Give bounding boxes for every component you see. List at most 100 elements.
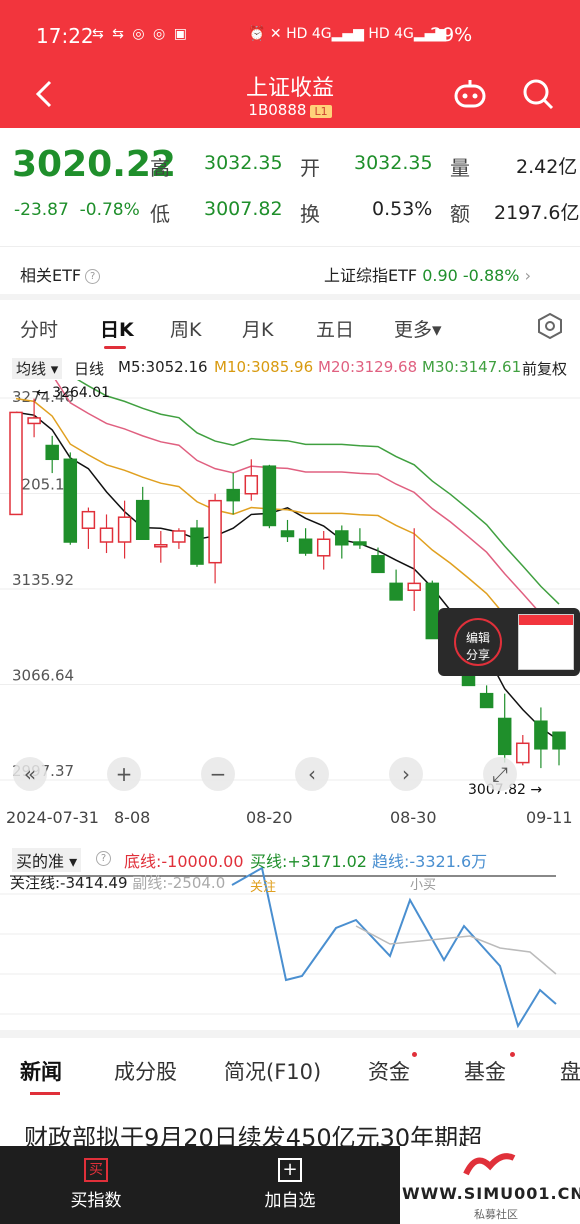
help-icon[interactable]: ? [96,851,111,866]
watermark-site: WWW.SIMU001.CN [402,1184,580,1203]
related-etf-label: 相关ETF? [20,262,101,286]
x-tick: 08-20 [246,808,293,827]
x-axis: 2024-07-31 8-08 08-20 08-30 09-11 [0,808,580,832]
volume-value: 2.42亿 [516,156,578,178]
buy-icon: 买 [84,1158,108,1182]
sub-line [355,925,557,975]
candle-body [45,444,59,461]
active-tab-indicator [30,1092,60,1095]
ma20-value: M20:3129.68 [318,358,418,376]
tab-f10[interactable]: 简况(F10) [224,1056,321,1086]
zoom-in-icon[interactable]: + [107,757,141,791]
candle-body [479,692,494,709]
screenshot-thumbnail[interactable] [518,614,574,670]
trend-line-value: 趋线:-3321.6万 [372,852,488,871]
ma-selector[interactable]: 均线 ▾ [12,358,63,379]
candle-body [534,720,548,750]
candle-body [280,530,295,538]
volume-label: 量 [450,156,470,180]
edit-share-button[interactable]: 编辑 分享 [454,618,502,666]
tab-intraday[interactable]: 分时 [20,315,58,342]
tab-fund[interactable]: 基金 [464,1056,506,1086]
buy-index-button[interactable]: 买 买指数 [60,1158,132,1211]
app-header: 上证收益 1B0888 L1 [0,70,580,128]
svg-text:⤢: ⤢ [492,762,508,786]
scroll-left-icon[interactable]: « [13,757,47,791]
x-tick: 09-11 [526,808,573,827]
unread-dot [510,1052,515,1057]
candle-body [117,516,132,543]
info-tabs: 新闻 成分股 简况(F10) 资金 基金 盘 [0,1040,580,1100]
svg-text:−: − [210,762,227,786]
status-bar: 17:22 ⇆ ⇆ ◎ ◎ ▣ ⏰ ✕ HD 4G▂▄▆ HD 4G▂▄▆ 29… [0,0,580,70]
tab-more-cut[interactable]: 盘 [560,1056,580,1086]
ma30-value: M30:3147.61 [422,358,522,376]
share-popup[interactable]: 编辑 分享 [438,608,580,676]
tab-five-day[interactable]: 五日 [316,315,354,342]
candle-body [190,527,204,565]
high-label: 高 [150,156,170,180]
period-type: 日线 [74,360,105,378]
watermark-logo-icon [463,1153,516,1176]
tab-daily-k[interactable]: 日K [100,315,134,342]
back-arrow-icon[interactable] [30,76,62,112]
search-icon[interactable] [520,76,556,112]
tab-weekly-k[interactable]: 周K [170,315,201,342]
candle-body [389,582,403,601]
y-tick-label: 3135.92 [12,571,74,589]
sub-line-value: 副线:-2504.0 [132,874,226,892]
settings-hexagon-icon[interactable] [536,312,564,340]
high-value: 3032.35 [204,152,283,174]
add-watchlist-button[interactable]: + 加自选 [254,1158,326,1211]
focus-line-value: 关注线:-3414.49 [10,874,128,892]
adjust-mode[interactable]: 前复权 [522,358,567,379]
watermark: WWW.SIMU001.CN 私募社区 [400,1146,580,1224]
candle-body [552,731,566,750]
candle-body [154,544,168,548]
buy-line-value: 买线:+3171.02 [250,852,367,871]
candle-body [425,582,440,640]
help-icon[interactable]: ? [85,269,101,284]
ma-legend: 均线 ▾ 日线 M5:3052.16 M10:3085.96 M20:3129.… [0,356,580,380]
ma10-value: M10:3085.96 [214,358,314,376]
notification-icons: ⇆ ⇆ ◎ ◎ ▣ [92,26,189,42]
candle-body [353,541,367,546]
tab-components[interactable]: 成分股 [114,1056,177,1086]
tab-monthly-k[interactable]: 月K [242,315,273,342]
fullscreen-icon[interactable]: ⤢ [483,757,517,791]
max-price-label: ← 3264.01 [36,385,110,401]
news-headline[interactable]: 财政部拟于9月20日续发450亿元30年期超 [24,1118,564,1148]
next-icon[interactable]: › [389,757,423,791]
candle-body [226,488,240,502]
indicator-selector[interactable]: 买的准 ▾ [12,848,82,872]
tab-funds-flow[interactable]: 资金 [368,1056,410,1086]
unread-dot [412,1052,417,1057]
candle-body [135,499,150,541]
candle-body [172,530,186,543]
candle-body [371,555,385,574]
svg-text:+: + [116,762,133,786]
candle-body [63,458,78,543]
robot-assistant-icon[interactable] [450,74,490,114]
svg-text:‹: ‹ [308,762,316,786]
bottom-line-value: 底线:-10000.00 [124,852,244,871]
prev-icon[interactable]: ‹ [295,757,329,791]
open-label: 开 [300,156,320,180]
stock-code: 1B0888 L1 [0,101,580,119]
low-label: 低 [150,202,170,226]
tab-more[interactable]: 更多▾ [394,315,442,342]
level-badge: L1 [310,105,332,118]
ma5-line [15,411,560,742]
candle-body [335,530,349,546]
related-etf-row[interactable]: 相关ETF? 上证综指ETF 0.90 -0.88% › [0,250,580,294]
etf-quote[interactable]: 上证综指ETF 0.90 -0.88% › [324,262,531,286]
focus-annotation: 关注 [250,880,277,895]
candlestick-chart[interactable]: 3274.463205.193135.923066.642997.37← 326… [0,380,580,800]
active-tab-indicator [104,346,126,349]
tab-news[interactable]: 新闻 [20,1056,62,1086]
zoom-out-icon[interactable]: − [201,757,235,791]
candle-body [407,582,421,592]
candle-body [497,717,512,756]
y-tick-label: 3066.64 [12,667,74,685]
ma5-value: M5:3052.16 [118,358,208,376]
